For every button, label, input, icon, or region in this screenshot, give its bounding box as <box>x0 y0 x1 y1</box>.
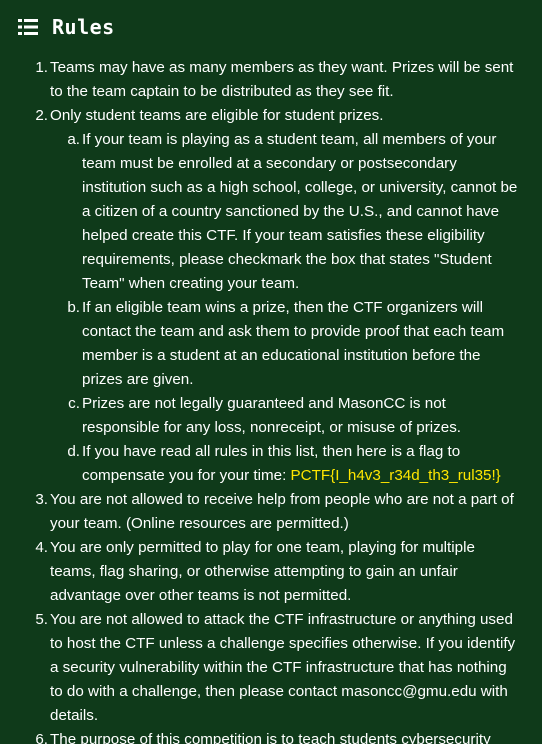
subrule-item: Prizes are not legally guaranteed and Ma… <box>66 392 520 440</box>
rule-text: Only student teams are eligible for stud… <box>50 107 384 124</box>
rule-item: The purpose of this competition is to te… <box>34 728 520 744</box>
rule-text: You are only permitted to play for one t… <box>50 539 475 604</box>
rule-item: You are not allowed to receive help from… <box>34 488 520 536</box>
rule-item: Only student teams are eligible for stud… <box>34 104 520 488</box>
subrule-text: Prizes are not legally guaranteed and Ma… <box>82 395 462 436</box>
subrule-text: If an eligible team wins a prize, then t… <box>82 299 505 388</box>
rule-text: The purpose of this competition is to te… <box>50 731 491 744</box>
subrule-item: If an eligible team wins a prize, then t… <box>66 296 520 392</box>
rule-text: You are not allowed to attack the CTF in… <box>50 611 516 724</box>
page-title: Rules <box>52 15 115 39</box>
rule-text: You are not allowed to receive help from… <box>50 491 514 532</box>
rules-header: Rules <box>18 14 115 40</box>
rule-text: Teams may have as many members as they w… <box>50 59 514 100</box>
list-icon <box>18 18 38 36</box>
flag-text: PCTF{I_h4v3_r34d_th3_rul35!} <box>290 467 501 484</box>
rule-item: Teams may have as many members as they w… <box>34 56 520 104</box>
rules-panel: Rules Teams may have as many members as … <box>0 0 542 744</box>
subrule-item: If your team is playing as a student tea… <box>66 128 520 296</box>
rule-item: You are not allowed to attack the CTF in… <box>34 608 520 728</box>
rules-list: Teams may have as many members as they w… <box>0 56 520 744</box>
subrules-list: If your team is playing as a student tea… <box>50 128 520 488</box>
subrule-text: If your team is playing as a student tea… <box>82 131 518 292</box>
subrule-item: If you have read all rules in this list,… <box>66 440 520 488</box>
rule-item: You are only permitted to play for one t… <box>34 536 520 608</box>
